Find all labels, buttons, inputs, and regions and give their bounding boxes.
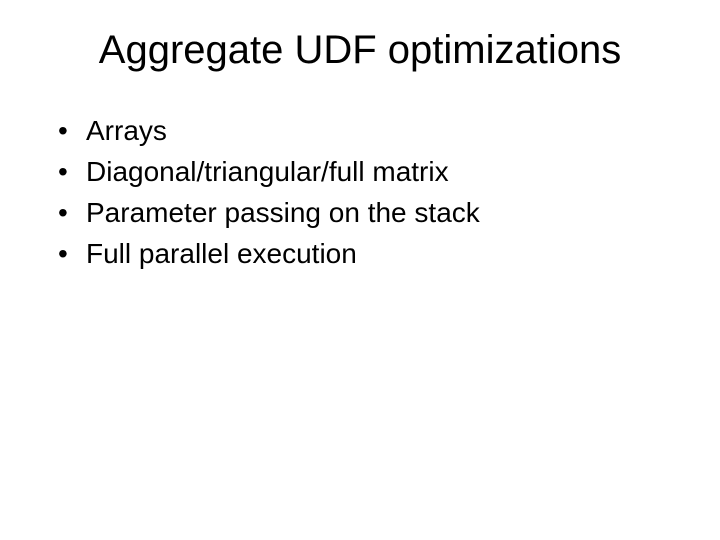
list-item: • Arrays (58, 113, 680, 148)
list-item: • Parameter passing on the stack (58, 195, 680, 230)
list-item: • Full parallel execution (58, 236, 680, 271)
bullet-text: Arrays (86, 113, 680, 148)
list-item: • Diagonal/triangular/full matrix (58, 154, 680, 189)
bullet-text: Parameter passing on the stack (86, 195, 680, 230)
bullet-dot-icon: • (58, 236, 86, 271)
slide: Aggregate UDF optimizations • Arrays • D… (0, 0, 720, 540)
bullet-dot-icon: • (58, 195, 86, 230)
bullet-dot-icon: • (58, 113, 86, 148)
bullet-dot-icon: • (58, 154, 86, 189)
bullet-text: Diagonal/triangular/full matrix (86, 154, 680, 189)
bullet-text: Full parallel execution (86, 236, 680, 271)
bullet-list: • Arrays • Diagonal/triangular/full matr… (40, 113, 680, 271)
slide-title: Aggregate UDF optimizations (40, 28, 680, 73)
